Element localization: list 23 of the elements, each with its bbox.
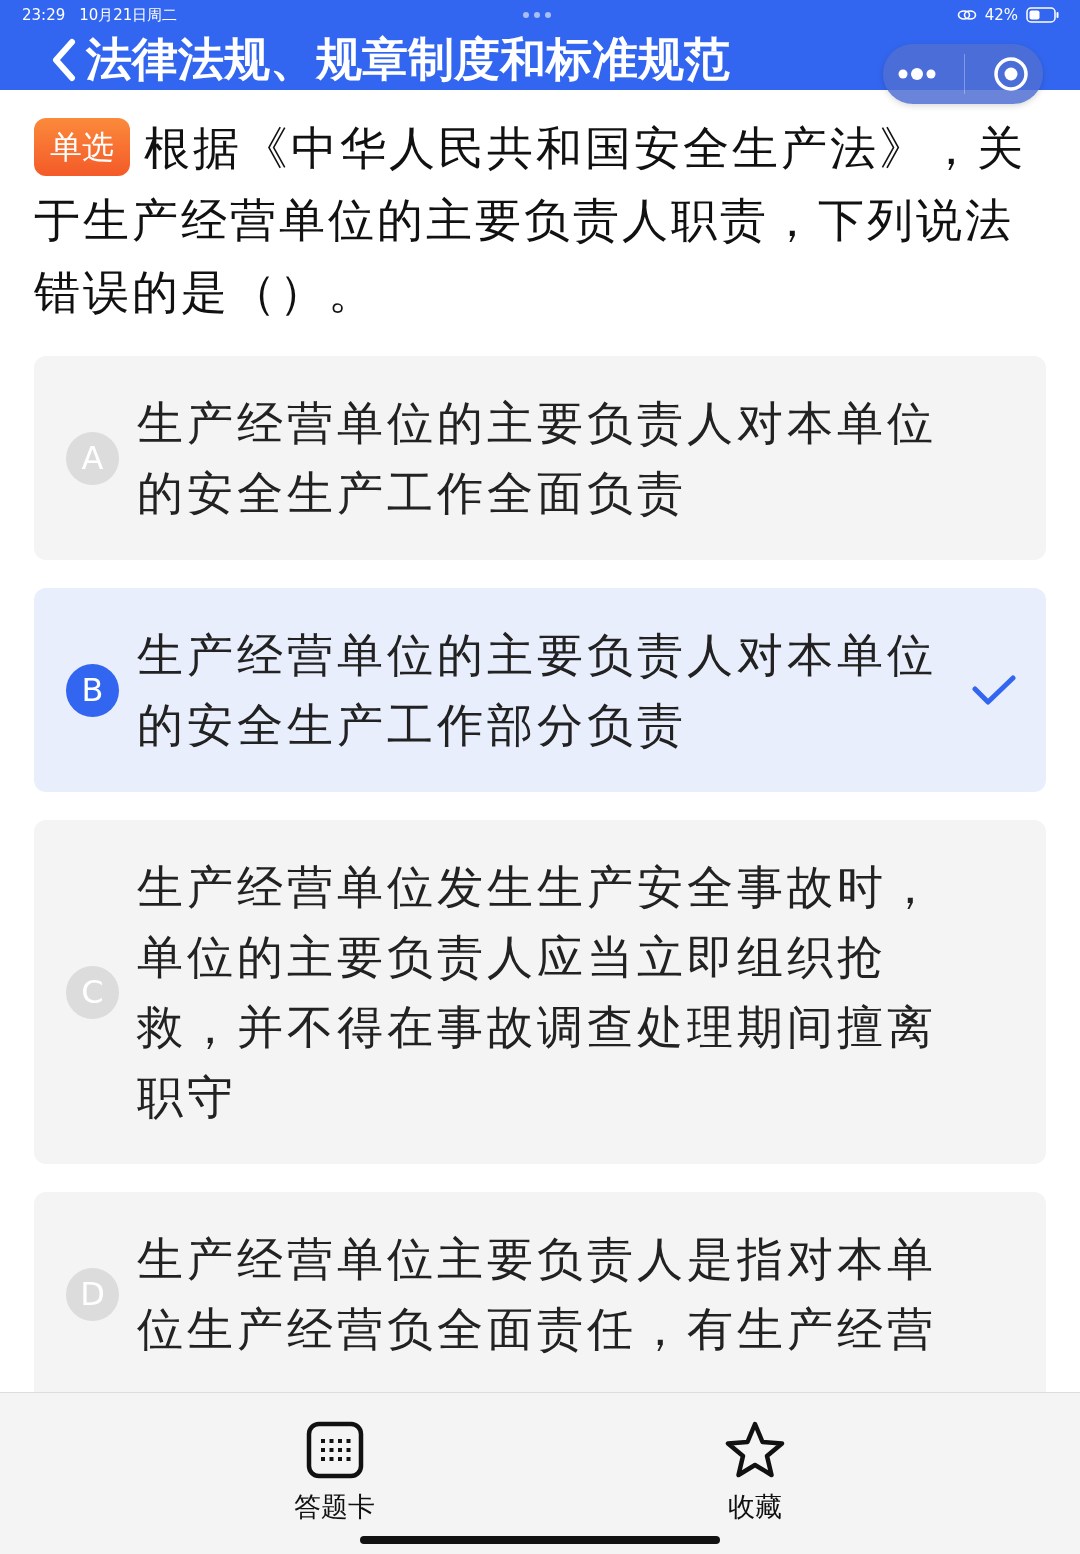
bottom-tab[interactable]: 答题卡 [294, 1393, 376, 1554]
option-text: 生产经营单位发生生产安全事故时，单位的主要负责人应当立即组织抢救，并不得在事故调查处理期间擅离职守 [137, 859, 938, 1126]
check-icon [972, 674, 1016, 706]
star-icon [723, 1421, 786, 1479]
status-date: 10月21日周二 [79, 5, 178, 25]
option-text: 生产经营单位的主要负责人对本单位的安全生产工作全面负责 [137, 395, 938, 522]
close-target-icon[interactable] [993, 56, 1030, 92]
battery-percent: 42% [984, 6, 1018, 24]
option-text: 生产经营单位主要负责人是指对本单位生产经营负全面责任，有生产经营 [137, 1231, 938, 1358]
answer-option[interactable]: B 生产经营单位的主要负责人对本单位的安全生产工作部分负责 [34, 588, 1046, 792]
bottom-tab[interactable]: 收藏 [723, 1393, 786, 1554]
more-dots-icon [522, 11, 553, 19]
status-time: 23:29 [22, 6, 66, 24]
option-text: 生产经营单位的主要负责人对本单位的安全生产工作部分负责 [137, 627, 938, 754]
grid-icon [305, 1421, 364, 1479]
battery-icon [1026, 7, 1060, 23]
question-type-badge: 单选 [34, 118, 130, 176]
page-title: 法律法规、规章制度和标准规范 [86, 31, 730, 88]
capsule-menu[interactable] [883, 44, 1043, 104]
question-text: 单选 根据《中华人民共和国安全生产法》，关于生产经营单位的主要负责人职责，下列说法错误的是（）。 [34, 112, 1046, 328]
link-icon [956, 9, 977, 21]
option-letter: B [66, 663, 119, 717]
more-icon[interactable] [896, 67, 937, 81]
